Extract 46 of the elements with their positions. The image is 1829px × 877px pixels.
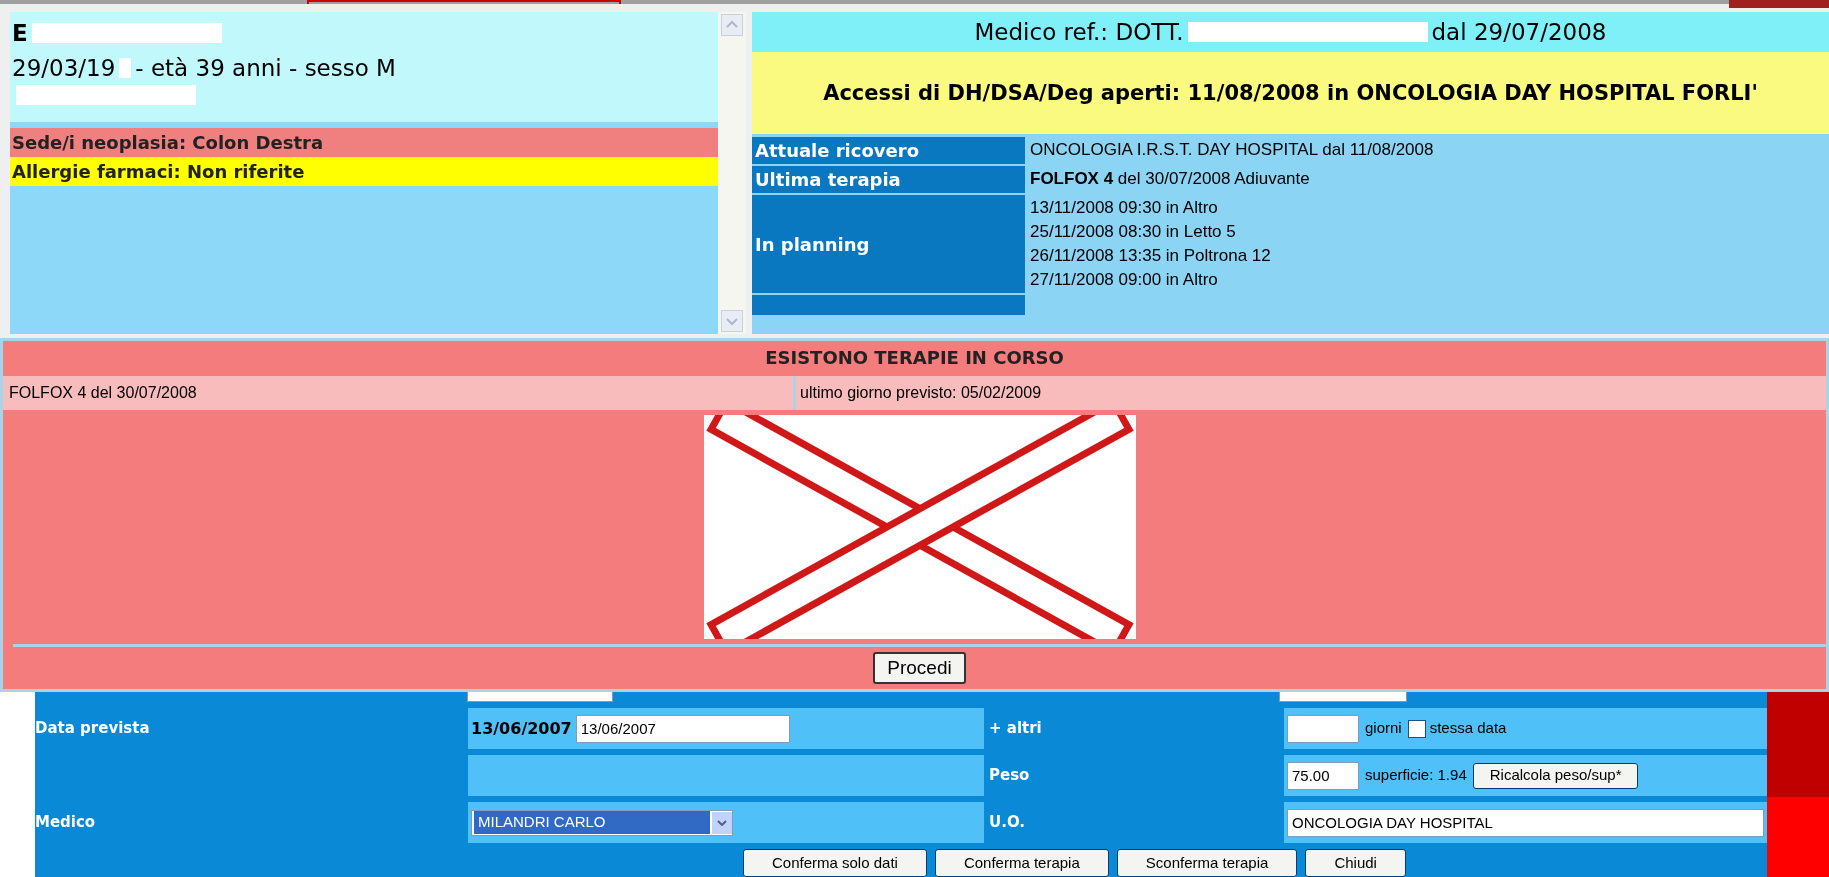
row-label: Attuale ricovero: [755, 139, 919, 163]
checkbox[interactable]: [1407, 719, 1426, 738]
input-field[interactable]: 75.00: [1287, 761, 1359, 790]
action-button[interactable]: Chiudi: [1305, 849, 1406, 877]
row-value: 26/11/2008 13:35 in Poltrona 12: [1030, 245, 1272, 267]
last-day-text: ultimo giorno previsto: 05/02/2009: [800, 383, 1042, 404]
scrollbar[interactable]: [718, 12, 746, 335]
alert-flag: Sede/i neoplasia: Colon Destra: [10, 128, 718, 157]
scroll-down-icon[interactable]: [721, 310, 743, 333]
date-text: 13/06/2007: [471, 717, 572, 740]
action-button[interactable]: Sconferma terapia: [1116, 849, 1298, 877]
open-admissions: Accessi di DH/DSA/Deg aperti: 11/08/2008 in ONCOLOGIA DAY HOSPITAL FORLI': [752, 52, 1829, 134]
birth-date: 29/03/19: [12, 53, 116, 83]
row-value: 25/11/2008 08:30 in Letto 5: [1030, 221, 1237, 243]
field-label: giorni: [1365, 718, 1402, 739]
field-label: superficie: 1.94: [1365, 765, 1467, 786]
alert-flag: Allergie farmaci: Non riferite: [10, 157, 718, 186]
therapy-name: FOLFOX 4 del 30/07/2008: [9, 383, 197, 404]
action-button[interactable]: Conferma solo dati: [743, 849, 927, 877]
checkbox-label: stessa data: [1429, 718, 1507, 739]
field-label: Medico: [35, 812, 96, 834]
redaction-block: [119, 57, 132, 78]
action-button[interactable]: Conferma terapia: [934, 849, 1109, 877]
alert-title: ESISTONO TERAPIE IN CORSO: [764, 345, 1065, 370]
input-field[interactable]: ONCOLOGIA DAY HOSPITAL: [1287, 808, 1764, 837]
field-label: Data prevista: [35, 718, 150, 740]
recalculate-button[interactable]: Ricalcola peso/sup*: [1472, 762, 1639, 789]
input-field[interactable]: [1287, 714, 1359, 743]
row-value: FOLFOX 4 del 30/07/2008 Adiuvante: [1030, 168, 1311, 190]
dropdown[interactable]: [1279, 692, 1407, 702]
patient-name: E: [12, 19, 28, 48]
field-label: U.O.: [989, 812, 1025, 834]
referring-doctor: Medico ref.: DOTT. dal 29/07/2008: [752, 12, 1829, 52]
field-label: Peso: [989, 765, 1030, 787]
row-label: In planning: [755, 232, 870, 257]
scroll-up-icon[interactable]: [721, 14, 743, 36]
row-value: 13/11/2008 09:30 in Altro: [1030, 197, 1219, 219]
patient-details: - età 39 anni - sesso M: [135, 53, 396, 83]
dropdown[interactable]: MILANDRI CARLO: [471, 809, 733, 836]
input-field[interactable]: 13/06/2007: [575, 714, 790, 743]
row-label: Ultima terapia: [755, 168, 901, 192]
proceed-button[interactable]: Procedi: [873, 652, 966, 685]
field-label: + altri: [989, 718, 1042, 740]
row-value: ONCOLOGIA I.R.S.T. DAY HOSPITAL dal 11/08/2008: [1030, 139, 1435, 161]
row-value: 27/11/2008 09:00 in Altro: [1030, 269, 1219, 291]
dropdown[interactable]: [467, 692, 613, 702]
